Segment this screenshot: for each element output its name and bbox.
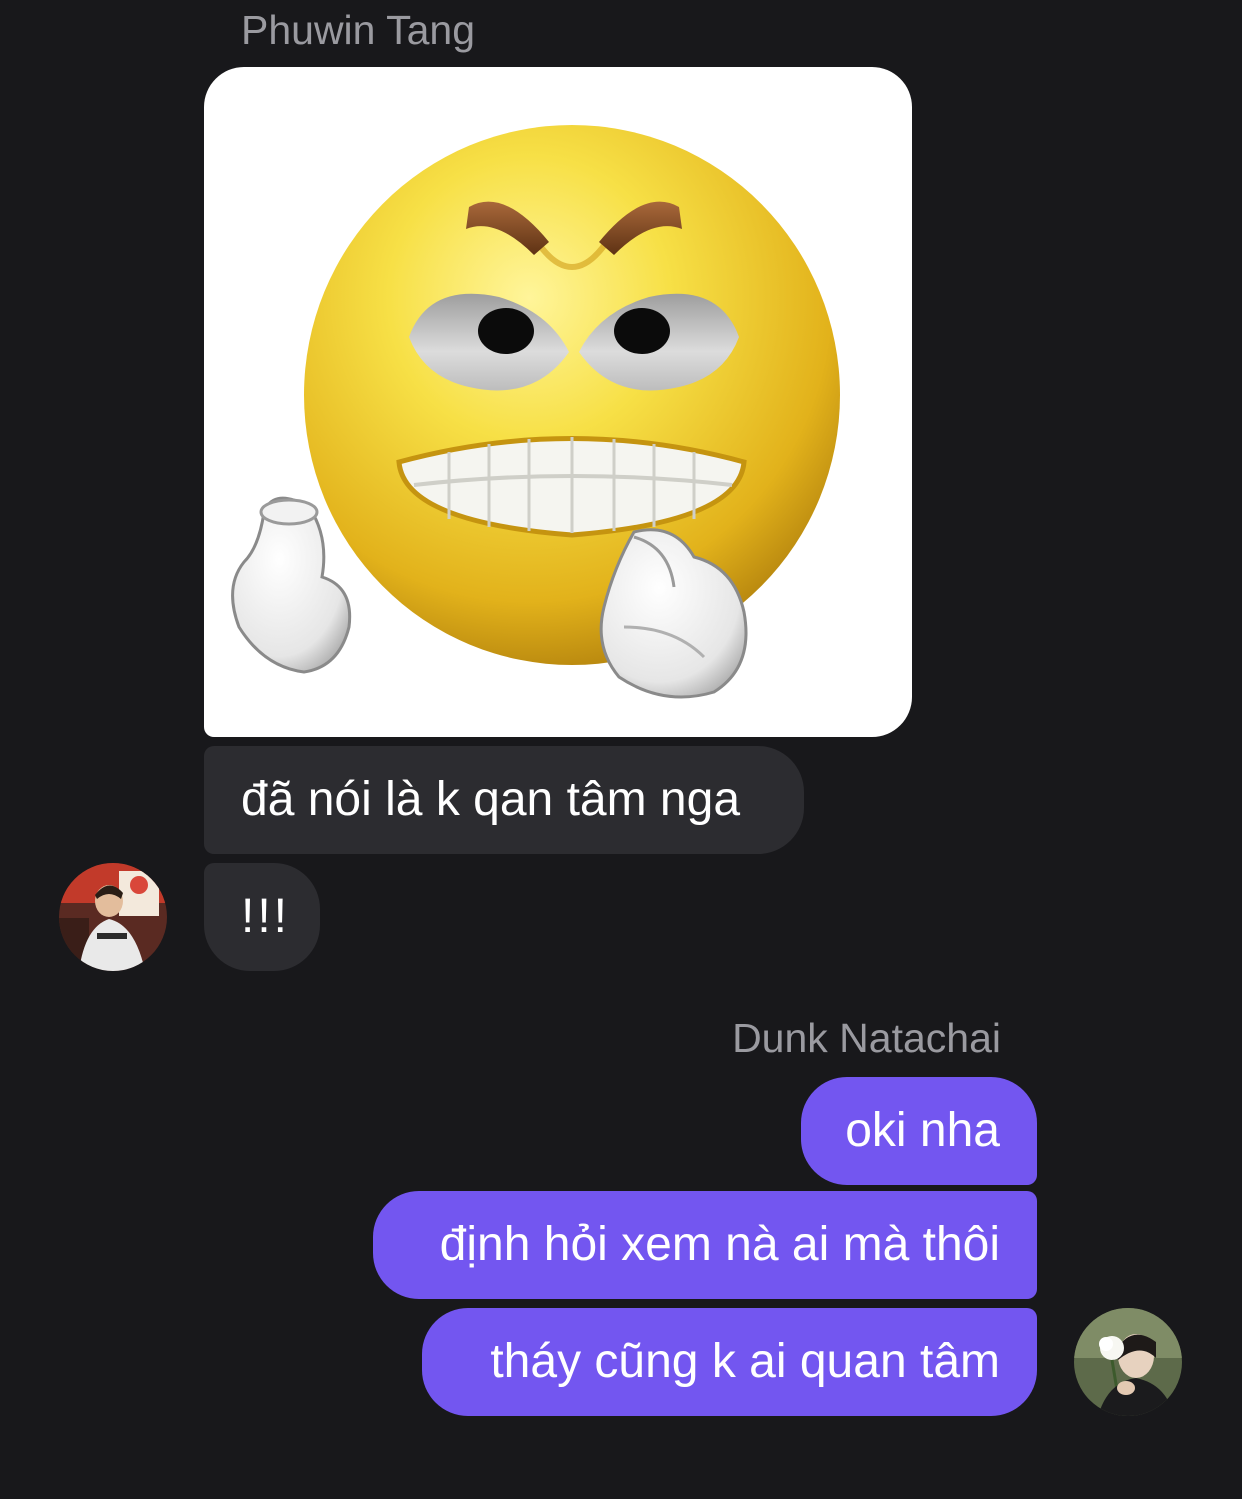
incoming-message[interactable]: !!!	[204, 863, 320, 971]
incoming-message[interactable]: đã nói là k qan tâm nga	[204, 746, 804, 854]
outgoing-message[interactable]: oki nha	[801, 1077, 1037, 1185]
angry-emoji-photo-message[interactable]	[204, 67, 912, 737]
outgoing-message[interactable]: định hỏi xem nà ai mà thôi	[373, 1191, 1037, 1299]
avatar-incoming[interactable]	[59, 863, 167, 971]
sender-name-incoming: Phuwin Tang	[241, 7, 476, 53]
outgoing-message[interactable]: tháy cũng k ai quan tâm	[422, 1308, 1037, 1416]
angry-face-icon	[231, 125, 840, 699]
avatar-outgoing[interactable]	[1074, 1308, 1182, 1416]
sender-name-outgoing: Dunk Natachai	[732, 1015, 1001, 1061]
